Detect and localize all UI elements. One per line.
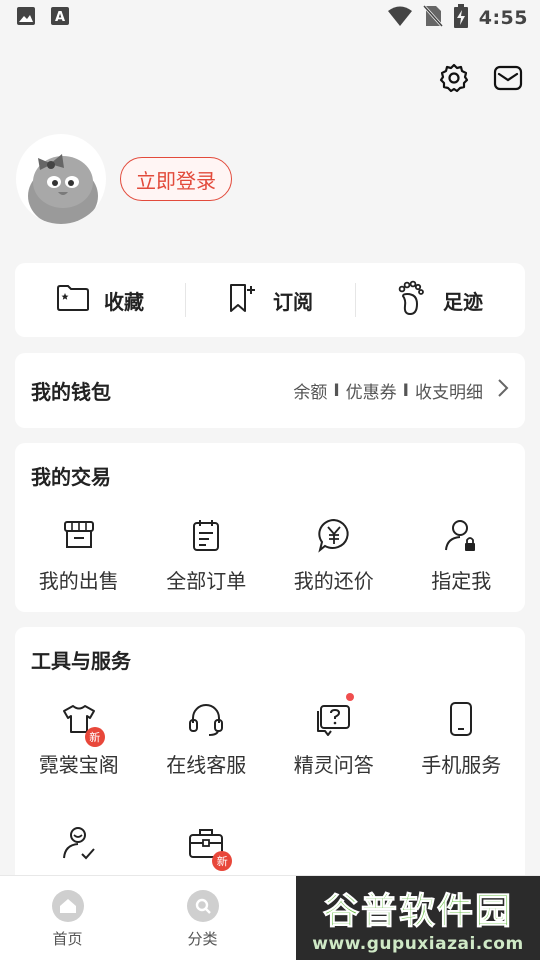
- footprint-button[interactable]: 足迹: [355, 263, 525, 337]
- trade-grid: 我的出售 全部订单 我的还价 指定我: [15, 515, 525, 594]
- user-check-icon: [59, 823, 99, 863]
- footprint-icon: [397, 280, 429, 320]
- my-sales-button[interactable]: 我的出售: [15, 515, 143, 594]
- search-circle-icon: [186, 890, 219, 922]
- tools-title: 工具与服务: [31, 649, 131, 673]
- svg-text:A: A: [55, 10, 65, 25]
- online-support-label: 在线客服: [166, 753, 247, 777]
- settings-icon[interactable]: [438, 62, 470, 94]
- wallet-separator: I: [402, 380, 409, 401]
- folder-star-icon: [56, 284, 90, 316]
- footprint-label: 足迹: [443, 289, 483, 314]
- new-badge: 新: [212, 851, 233, 871]
- favorites-button[interactable]: 收藏: [15, 263, 185, 337]
- assigned-to-me-label: 指定我: [431, 569, 492, 593]
- trade-card: 我的交易 我的出售 全部订单 我的还价 指定我: [15, 443, 525, 612]
- briefcase-button[interactable]: 新: [143, 823, 271, 873]
- qa-label: 精灵问答: [293, 753, 374, 777]
- wallet-coupon-link[interactable]: 优惠券: [346, 378, 397, 403]
- battery-charging-icon: [453, 4, 469, 32]
- favorites-label: 收藏: [104, 289, 144, 314]
- briefcase-icon: 新: [186, 823, 233, 871]
- my-offers-button[interactable]: 我的还价: [270, 515, 398, 594]
- store-icon: [59, 515, 99, 555]
- wallet-separator: I: [333, 380, 340, 401]
- trade-title: 我的交易: [31, 465, 111, 489]
- wifi-icon: [387, 5, 413, 31]
- tab-home[interactable]: 首页: [0, 876, 135, 960]
- home-icon: [51, 890, 84, 922]
- quick-actions-card: 收藏 订阅 足迹: [15, 263, 525, 337]
- wallet-links: 余额 I 优惠券 I 收支明细: [293, 378, 509, 403]
- gallery-icon: [16, 6, 36, 30]
- all-orders-button[interactable]: 全部订单: [143, 515, 271, 594]
- tab-home-label: 首页: [52, 930, 83, 948]
- chevron-right-icon: [497, 378, 509, 403]
- wallet-card[interactable]: 我的钱包 余额 I 优惠券 I 收支明细: [15, 353, 525, 428]
- phone-icon: [441, 699, 481, 739]
- user-verify-button[interactable]: [15, 823, 143, 873]
- status-time: 4:55: [478, 7, 528, 29]
- all-orders-label: 全部订单: [166, 569, 247, 593]
- status-bar: A 4:55: [0, 0, 540, 36]
- bookmark-plus-icon: [227, 282, 259, 318]
- assigned-to-me-button[interactable]: 指定我: [398, 515, 526, 594]
- login-button[interactable]: 立即登录: [120, 157, 232, 201]
- tab-category-label: 分类: [187, 930, 218, 948]
- watermark-title: 谷普软件园: [322, 891, 513, 933]
- watermark-url: www.gupuxiazai.com: [312, 934, 524, 954]
- headset-icon: [186, 699, 226, 739]
- qa-button[interactable]: 精灵问答: [270, 693, 398, 778]
- new-badge: 新: [84, 727, 105, 747]
- subscribe-label: 订阅: [273, 289, 313, 314]
- profile-row: 立即登录: [16, 134, 232, 224]
- phone-service-label: 手机服务: [421, 753, 502, 777]
- online-support-button[interactable]: 在线客服: [143, 699, 271, 778]
- tab-category[interactable]: 分类: [135, 876, 270, 960]
- tools-grid-row-2: 新: [15, 823, 525, 873]
- wallet-title: 我的钱包: [31, 380, 111, 404]
- header-actions: [438, 62, 524, 94]
- mail-icon[interactable]: [492, 62, 524, 94]
- no-sim-icon: [422, 4, 443, 32]
- phone-service-button[interactable]: 手机服务: [398, 699, 526, 778]
- yen-bubble-icon: [314, 515, 354, 555]
- wardrobe-button[interactable]: 新 霓裳宝阁: [15, 699, 143, 778]
- notification-dot: [345, 693, 354, 701]
- question-bubble-icon: [314, 693, 354, 739]
- my-offers-label: 我的还价: [293, 569, 374, 593]
- my-sales-label: 我的出售: [38, 569, 119, 593]
- keyboard-a-icon: A: [50, 6, 70, 30]
- watermark: 谷普软件园 www.gupuxiazai.com: [296, 876, 540, 960]
- order-list-icon: [186, 515, 226, 555]
- subscribe-button[interactable]: 订阅: [185, 263, 355, 337]
- wardrobe-label: 霓裳宝阁: [38, 753, 119, 777]
- wallet-balance-link[interactable]: 余额: [293, 378, 327, 403]
- tshirt-icon: 新: [59, 699, 105, 747]
- user-lock-icon: [441, 515, 481, 555]
- tools-grid-row-1: 新 霓裳宝阁 在线客服 精灵问答 手机服务: [15, 693, 526, 778]
- avatar[interactable]: [16, 134, 106, 224]
- wallet-statement-link[interactable]: 收支明细: [415, 378, 483, 403]
